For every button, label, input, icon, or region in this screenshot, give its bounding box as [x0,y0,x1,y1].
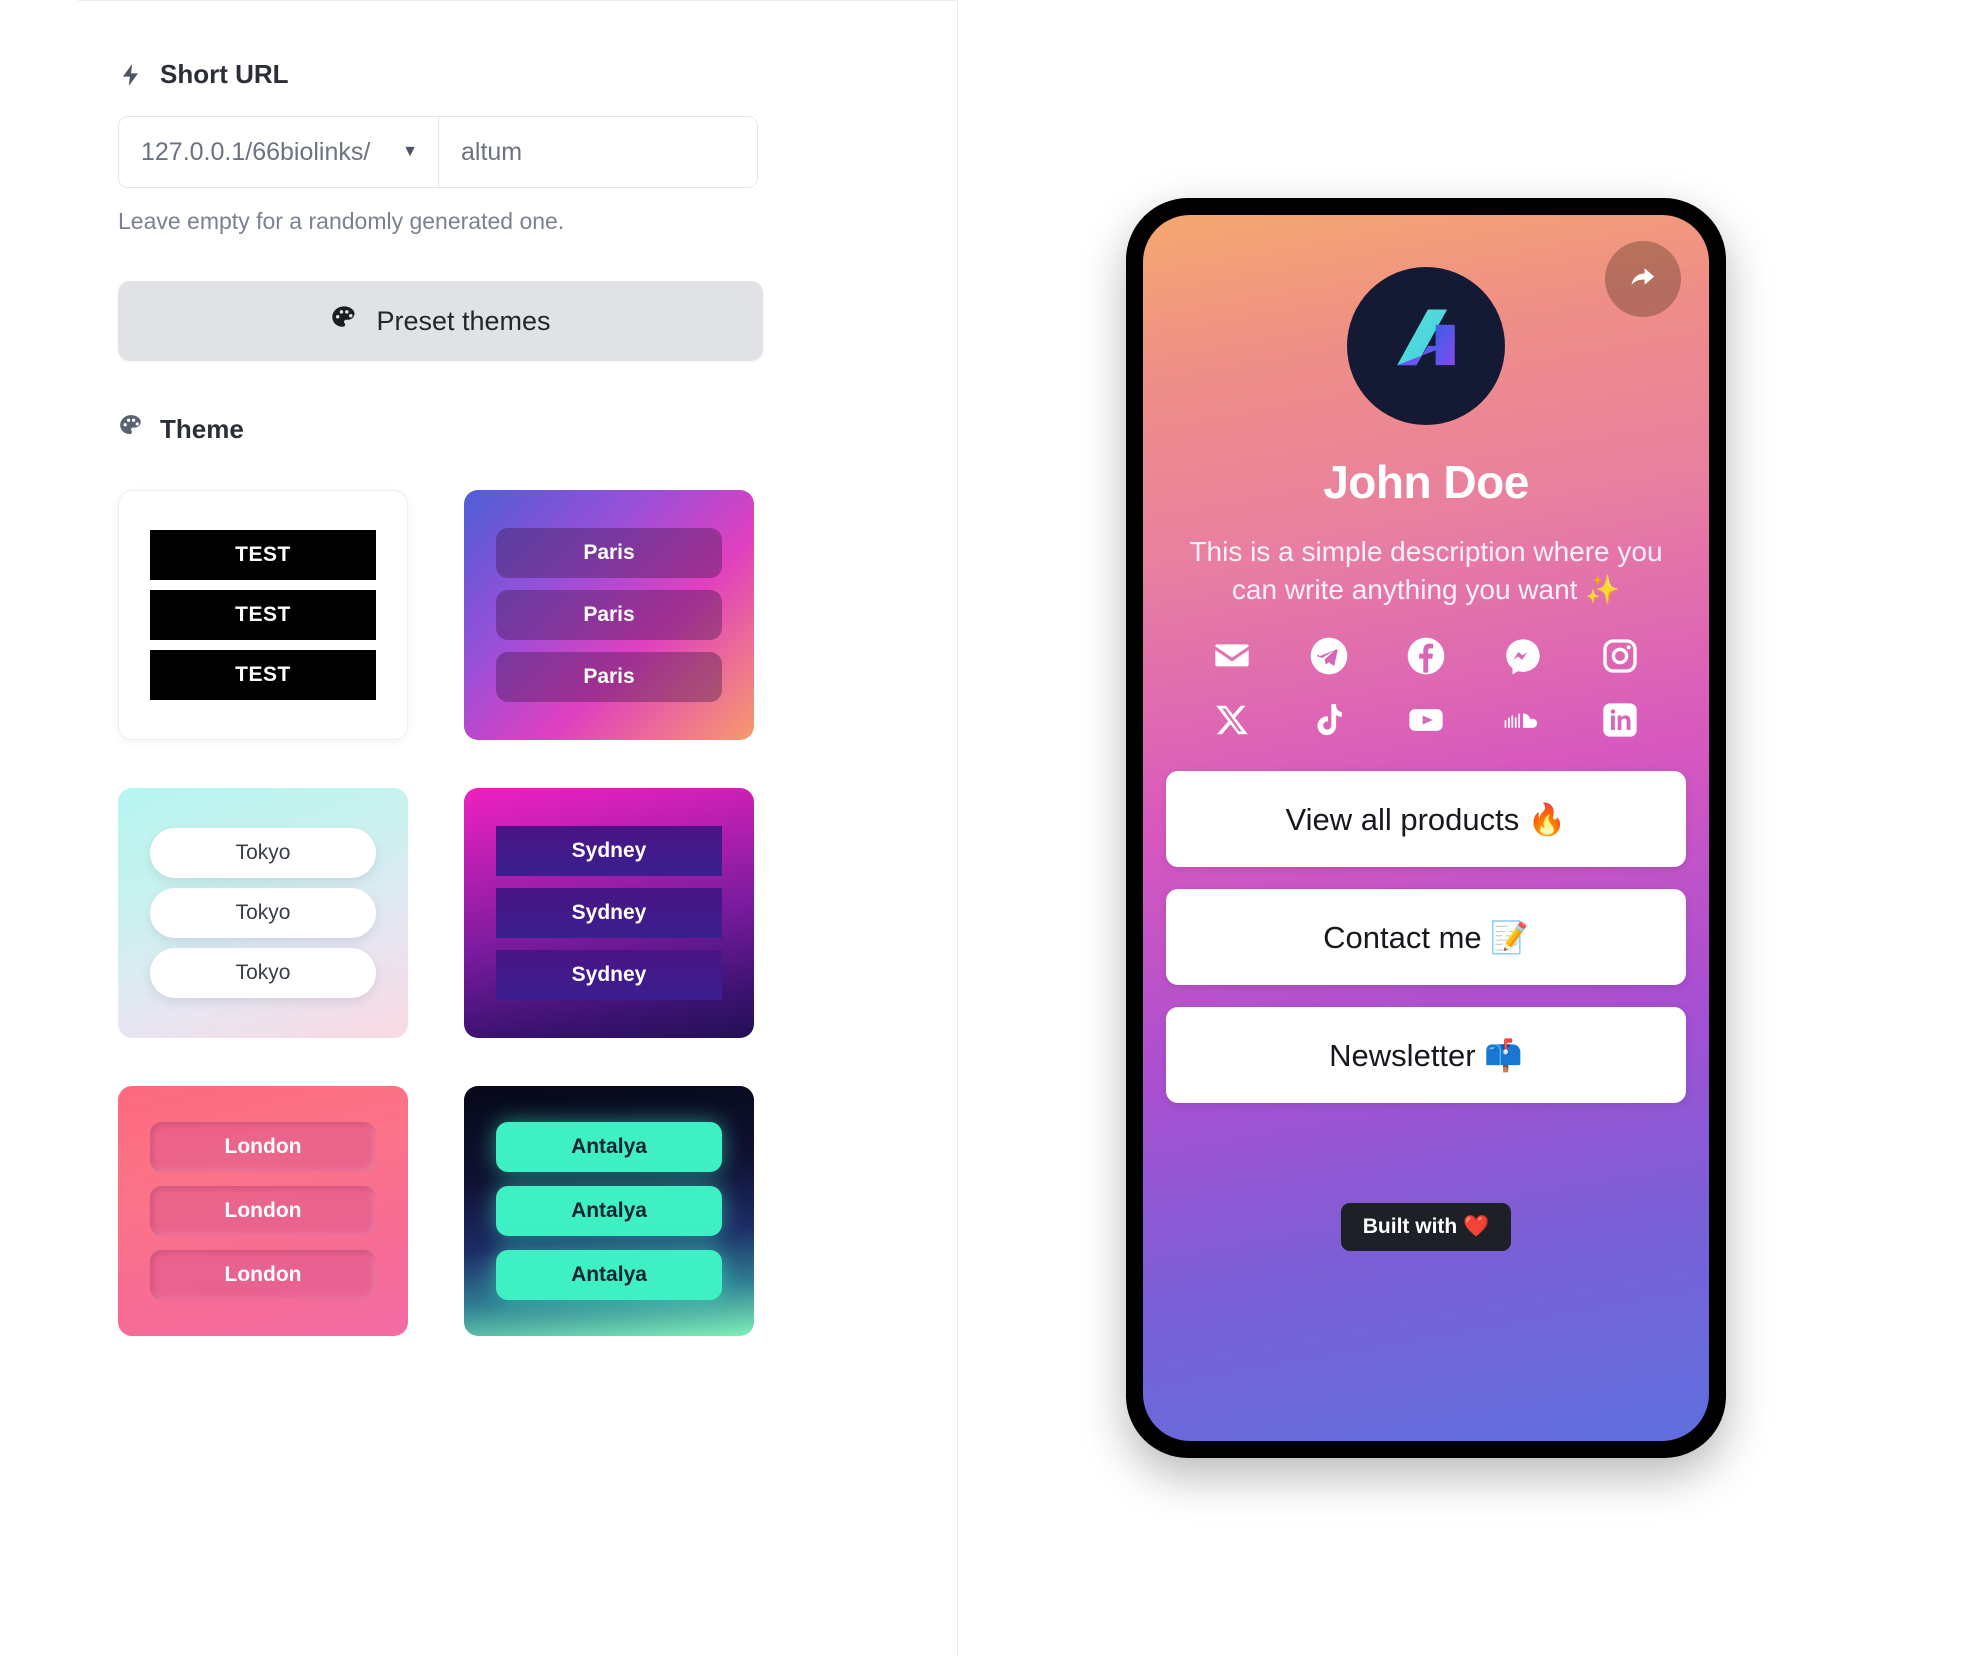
phone-preview-area: John Doe This is a simple description wh… [880,0,1972,1656]
short-url-input-group[interactable]: 127.0.0.1/66biolinks/ ▼ altum [118,116,758,188]
settings-card: Short URL 127.0.0.1/66biolinks/ ▼ altum … [78,0,958,1656]
theme-preview-button: Paris [496,528,722,578]
youtube-icon[interactable] [1405,699,1447,741]
theme-grid: TEST TEST TEST Paris Paris Paris Tokyo T… [118,490,807,1336]
profile-name: John Doe [1323,456,1529,508]
theme-preview-button: Tokyo [150,888,376,938]
profile-description: This is a simple description where you c… [1189,536,1663,606]
built-with-badge[interactable]: Built with ❤️ [1340,1203,1512,1252]
biolink-buttons: View all products 🔥 Contact me 📝 Newslet… [1166,771,1686,1104]
tiktok-icon[interactable] [1308,699,1350,741]
theme-preview-button: TEST [150,650,376,700]
link-button-newsletter[interactable]: Newsletter 📫 [1166,1007,1686,1104]
social-row-1 [1211,635,1641,677]
soundcloud-icon[interactable] [1502,699,1544,741]
palette-icon [330,304,358,339]
instagram-icon[interactable] [1599,635,1641,677]
theme-preview-button: TEST [150,530,376,580]
theme-preview-button: Tokyo [150,948,376,998]
facebook-icon[interactable] [1405,635,1447,677]
phone-frame: John Doe This is a simple description wh… [1126,198,1726,1458]
social-icons [1211,635,1641,763]
theme-preview-button: Sydney [496,826,722,876]
theme-card-antalya[interactable]: Antalya Antalya Antalya [464,1086,754,1336]
telegram-icon[interactable] [1308,635,1350,677]
theme-preview-button: Sydney [496,950,722,1000]
theme-preview-button: Antalya [496,1122,722,1172]
domain-select-value: 127.0.0.1/66biolinks/ [141,137,371,166]
email-icon[interactable] [1211,635,1253,677]
app-root: Short URL 127.0.0.1/66biolinks/ ▼ altum … [0,0,1972,1656]
theme-card-london[interactable]: London London London [118,1086,408,1336]
theme-preview-button: London [150,1250,376,1300]
chevron-down-icon: ▼ [402,143,418,160]
theme-card-paris[interactable]: Paris Paris Paris [464,490,754,740]
altum-logo-icon [1378,296,1474,397]
share-button[interactable] [1605,241,1681,317]
theme-preview-button: Antalya [496,1250,722,1300]
slug-input[interactable]: altum [439,117,757,187]
preset-themes-button[interactable]: Preset themes [118,281,763,361]
social-row-2 [1211,699,1641,741]
share-arrow-icon [1624,258,1662,301]
short-url-label: Short URL [118,59,807,90]
theme-preview-button: Paris [496,652,722,702]
linkedin-icon[interactable] [1599,699,1641,741]
theme-preview-button: London [150,1122,376,1172]
slug-input-value: altum [461,137,523,166]
theme-preview-button: Sydney [496,888,722,938]
short-url-hint: Leave empty for a randomly generated one… [118,208,565,234]
theme-section-label-text: Theme [160,414,244,444]
biolink-preview: John Doe This is a simple description wh… [1143,215,1709,1441]
link-button-view-all-products[interactable]: View all products 🔥 [1166,771,1686,868]
theme-card-default[interactable]: TEST TEST TEST [118,490,408,740]
preset-themes-label: Preset themes [376,305,551,336]
theme-preview-button: Tokyo [150,828,376,878]
domain-select[interactable]: 127.0.0.1/66biolinks/ ▼ [119,117,439,187]
link-button-contact-me[interactable]: Contact me 📝 [1166,889,1686,986]
settings-panel: Short URL 127.0.0.1/66biolinks/ ▼ altum … [0,0,958,1656]
messenger-icon[interactable] [1502,635,1544,677]
theme-card-sydney[interactable]: Sydney Sydney Sydney [464,788,754,1038]
x-twitter-icon[interactable] [1211,699,1253,741]
theme-card-tokyo[interactable]: Tokyo Tokyo Tokyo [118,788,408,1038]
short-url-label-text: Short URL [160,59,289,89]
theme-preview-button: London [150,1186,376,1236]
theme-preview-button: Paris [496,590,722,640]
palette-icon [118,413,144,446]
avatar [1347,267,1505,425]
bolt-icon [118,60,144,90]
theme-preview-button: TEST [150,590,376,640]
theme-section-label: Theme [118,413,807,446]
theme-preview-button: Antalya [496,1186,722,1236]
